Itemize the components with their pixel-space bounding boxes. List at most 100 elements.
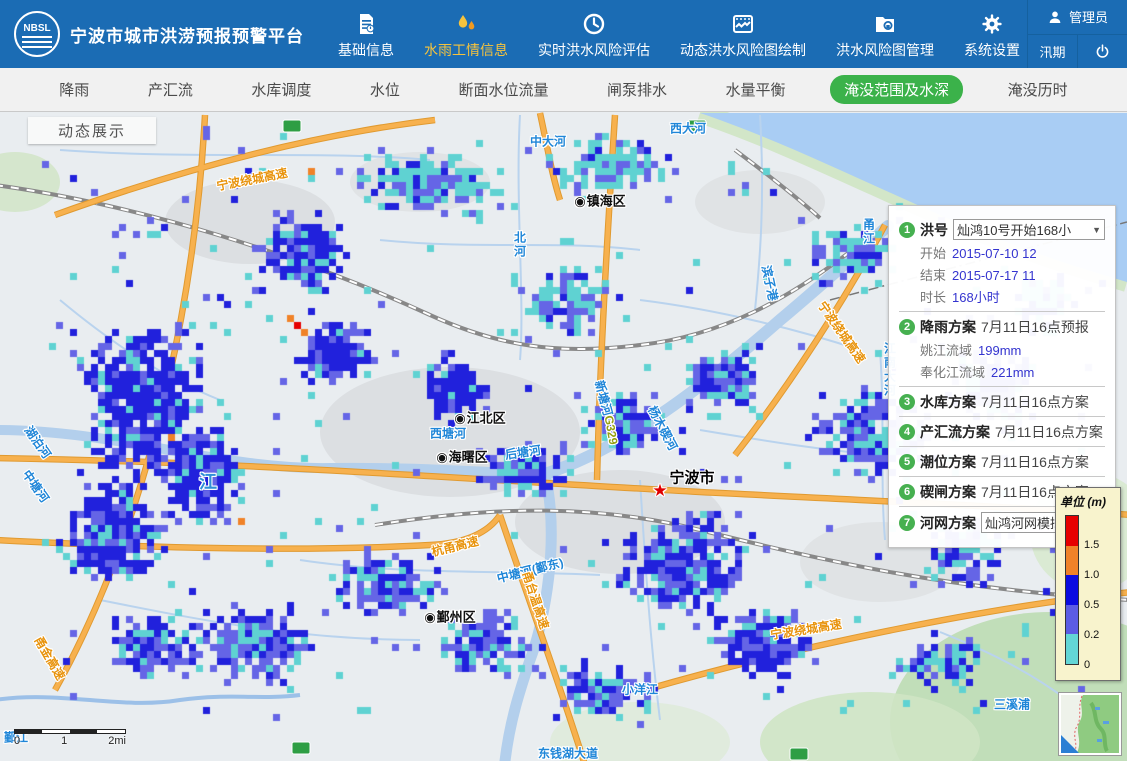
sub-nav: 降雨 产汇流 水库调度 水位 断面水位流量 闸泵排水 水量平衡 淹没范围及水深 淹没历时	[0, 68, 1127, 112]
section-select[interactable]: 灿鸿10号开始168小▼	[953, 219, 1105, 240]
tab-1[interactable]: 降雨	[45, 75, 103, 104]
main-nav: 基础信息 水雨工情信息 实时洪水风险评估动态洪水风险图绘制 洪水风险图管理 系统设置	[338, 0, 1027, 68]
section-value: 7月11日16点方案	[981, 392, 1089, 412]
nav-item-1[interactable]: 基础信息	[338, 12, 394, 60]
tab-5[interactable]: 断面水位流量	[444, 75, 562, 104]
folder-lock-icon	[873, 12, 897, 36]
section-label: 潮位方案	[920, 452, 976, 472]
app-logo-icon: NBSL	[14, 11, 60, 57]
tab-8[interactable]: 淹没范围及水深	[830, 75, 963, 104]
drops-icon	[454, 12, 478, 36]
top-header: NBSL 宁波市城市洪涝预报预警平台 基础信息 水雨工情信息 实时洪水风险评估动态洪…	[0, 0, 1127, 68]
section-label: 碶闸方案	[920, 482, 976, 502]
district-marker-icon: ◉	[424, 610, 435, 625]
tab-4[interactable]: 水位	[356, 75, 414, 104]
app-window: NBSL 宁波市城市洪涝预报预警平台 基础信息 水雨工情信息 实时洪水风险评估动态洪…	[0, 0, 1127, 761]
tab-3[interactable]: 水库调度	[237, 75, 325, 104]
step-badge: 3	[899, 394, 915, 410]
legend-tick-1.0: 1.0	[1084, 569, 1099, 581]
nav-item-4[interactable]: 动态洪水风险图绘制	[680, 12, 806, 60]
map-label-river: 西塘河	[430, 425, 466, 442]
step-badge: 1	[899, 222, 915, 238]
tab-6[interactable]: 闸泵排水	[593, 75, 681, 104]
nav-item-label: 基础信息	[338, 40, 394, 60]
legend-segment	[1066, 605, 1078, 635]
district-marker-icon: ◉	[436, 450, 447, 465]
step-badge: 2	[899, 319, 915, 335]
legend-tick-0: 0	[1084, 659, 1090, 671]
panel-section-降雨方案: 2 降雨方案7月11日16点预报姚江流域199mm 奉化江流域221mm	[899, 311, 1105, 386]
depth-legend: 单位 (m) 1.51.00.50.20	[1055, 487, 1121, 681]
nav-item-label: 动态洪水风险图绘制	[680, 40, 806, 60]
tab-2[interactable]: 产汇流	[134, 75, 207, 104]
legend-segment	[1066, 634, 1078, 664]
district-marker-icon: ◉	[574, 194, 585, 209]
panel-section-洪号: 1洪号灿鸿10号开始168小▼开始2015-07-10 12结束2015-07-…	[899, 214, 1105, 311]
panel-detail-row: 奉化江流域221mm	[920, 362, 1105, 381]
panel-section-产汇流方案: 4 产汇流方案7月11日16点方案	[899, 416, 1105, 446]
tab-7[interactable]: 水量平衡	[712, 75, 800, 104]
app-title: 宁波市城市洪涝预报预警平台	[70, 22, 304, 47]
nav-item-2[interactable]: 水雨工情信息	[424, 12, 508, 60]
logo-text: NBSL	[23, 23, 50, 34]
panel-detail-row: 姚江流域199mm	[920, 340, 1105, 359]
brand: NBSL 宁波市城市洪涝预报预警平台	[0, 0, 304, 68]
scale-label-2: 2mi	[108, 735, 126, 747]
scalebar-line	[14, 729, 126, 734]
dynamic-display-button[interactable]: 动态展示	[28, 117, 156, 144]
section-value: 7月11日16点预报	[981, 317, 1089, 337]
nav-item-3[interactable]: 实时洪水风险评估	[538, 12, 650, 60]
panel-detail-row: 结束2015-07-17 11	[920, 265, 1105, 284]
section-value: 7月11日16点方案	[995, 422, 1103, 442]
panel-detail-row: 时长168小时	[920, 287, 1105, 306]
district-marker-icon: ◉	[454, 411, 465, 426]
overview-minimap[interactable]	[1059, 693, 1121, 755]
section-label: 水库方案	[920, 392, 976, 412]
step-badge: 5	[899, 454, 915, 470]
map-label-river-vert: 甬江	[861, 218, 878, 246]
section-label: 河网方案	[920, 513, 976, 533]
season-mode-button[interactable]: 汛期	[1028, 35, 1077, 69]
clock-icon	[582, 12, 606, 36]
legend-segment	[1066, 575, 1078, 605]
doc-icon	[354, 12, 378, 36]
user-icon	[1047, 9, 1063, 25]
section-label: 洪号	[920, 220, 948, 240]
logout-button[interactable]	[1077, 35, 1127, 69]
user-name: 管理员	[1069, 7, 1108, 26]
gear-icon	[980, 12, 1004, 36]
map-label-river: 东钱湖大道	[538, 745, 598, 761]
legend-colorbar	[1065, 515, 1079, 665]
section-label: 产汇流方案	[920, 422, 990, 442]
nav-item-label: 洪水风险图管理	[836, 40, 934, 60]
power-icon	[1094, 43, 1111, 60]
legend-tick-1.5: 1.5	[1084, 539, 1099, 551]
step-badge: 6	[899, 484, 915, 500]
legend-tick-0.2: 0.2	[1084, 629, 1099, 641]
map-label-district: ◉镇海区	[574, 191, 625, 210]
map-label-river-vert: 北河	[512, 231, 529, 259]
map-scalebar: 0 1 2mi	[14, 729, 126, 747]
user-box: 管理员 汛期	[1027, 0, 1127, 68]
legend-segment	[1066, 546, 1078, 576]
step-badge: 4	[899, 424, 915, 440]
mode-row: 汛期	[1028, 35, 1127, 69]
nav-item-6[interactable]: 系统设置	[964, 12, 1020, 60]
minimap-toggle-icon[interactable]	[1061, 735, 1079, 753]
section-label: 降雨方案	[920, 317, 976, 337]
panel-section-水库方案: 3 水库方案7月11日16点方案	[899, 386, 1105, 416]
map-label-river: 中大河	[530, 133, 566, 150]
map-label-city: 宁波市	[669, 467, 714, 488]
map-area[interactable]: 动态展示 1洪号灿鸿10号开始168小▼开始2015-07-10 12结束201…	[0, 112, 1127, 761]
tab-9[interactable]: 淹没历时	[994, 75, 1082, 104]
nav-item-label: 水雨工情信息	[424, 40, 508, 60]
city-star-marker: ★	[652, 481, 667, 501]
legend-tick-0.5: 0.5	[1084, 599, 1099, 611]
user-menu[interactable]: 管理员	[1028, 0, 1127, 35]
panel-section-潮位方案: 5潮位方案7月11日16点方案	[899, 446, 1105, 476]
nav-item-5[interactable]: 洪水风险图管理	[836, 12, 934, 60]
scale-label-1: 1	[61, 735, 67, 747]
nav-item-label: 系统设置	[964, 40, 1020, 60]
legend-segment	[1066, 516, 1078, 546]
map-label-district: ◉海曙区	[436, 447, 487, 466]
